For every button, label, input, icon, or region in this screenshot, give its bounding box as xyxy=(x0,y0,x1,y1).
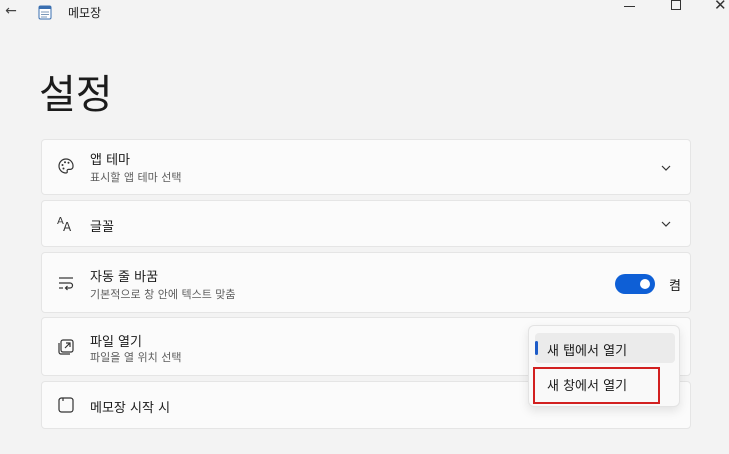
minimize-button[interactable] xyxy=(607,0,653,12)
setting-label: 파일 열기 xyxy=(90,335,142,350)
option-label: 새 탭에서 열기 xyxy=(547,344,628,359)
word-wrap-toggle[interactable] xyxy=(615,274,655,294)
setting-app-theme[interactable]: 앱 테마 표시할 앱 테마 선택 xyxy=(41,139,691,195)
app-title: 메모장 xyxy=(68,6,102,20)
notepad-icon xyxy=(38,5,52,20)
option-new-tab[interactable]: 새 탭에서 열기 xyxy=(535,333,675,363)
selection-indicator xyxy=(535,341,538,355)
setting-word-wrap: 자동 줄 바꿈 기본적으로 창 안에 텍스트 맞춤 켬 xyxy=(41,252,691,313)
font-icon: A A xyxy=(57,216,72,232)
setting-description: 파일을 열 위치 선택 xyxy=(90,351,182,364)
close-button[interactable]: ✕ xyxy=(699,0,729,14)
setting-font[interactable]: A A 글꼴 xyxy=(41,200,691,247)
setting-label: 앱 테마 xyxy=(90,153,131,168)
title-bar: ← 메모장 ✕ xyxy=(0,0,729,26)
toggle-state-label: 켬 xyxy=(669,279,681,294)
word-wrap-icon xyxy=(59,277,74,291)
window-icon xyxy=(58,397,74,413)
setting-description: 표시할 앱 테마 선택 xyxy=(90,171,182,184)
setting-label: 글꼴 xyxy=(90,220,114,235)
chevron-down-icon[interactable] xyxy=(660,162,672,174)
setting-label: 자동 줄 바꿈 xyxy=(90,270,159,285)
toggle-knob xyxy=(640,279,650,289)
back-arrow-icon[interactable]: ← xyxy=(2,2,20,20)
page-title: 설정 xyxy=(39,72,113,118)
svg-text:A: A xyxy=(63,220,72,232)
setting-label: 메모장 시작 시 xyxy=(90,401,171,416)
open-file-icon xyxy=(58,339,74,355)
setting-description: 기본적으로 창 안에 텍스트 맞춤 xyxy=(90,288,236,301)
chevron-down-icon[interactable] xyxy=(660,218,672,230)
palette-icon xyxy=(58,158,74,174)
maximize-button[interactable] xyxy=(653,0,699,12)
close-icon: ✕ xyxy=(714,0,727,14)
highlight-box xyxy=(533,367,660,404)
